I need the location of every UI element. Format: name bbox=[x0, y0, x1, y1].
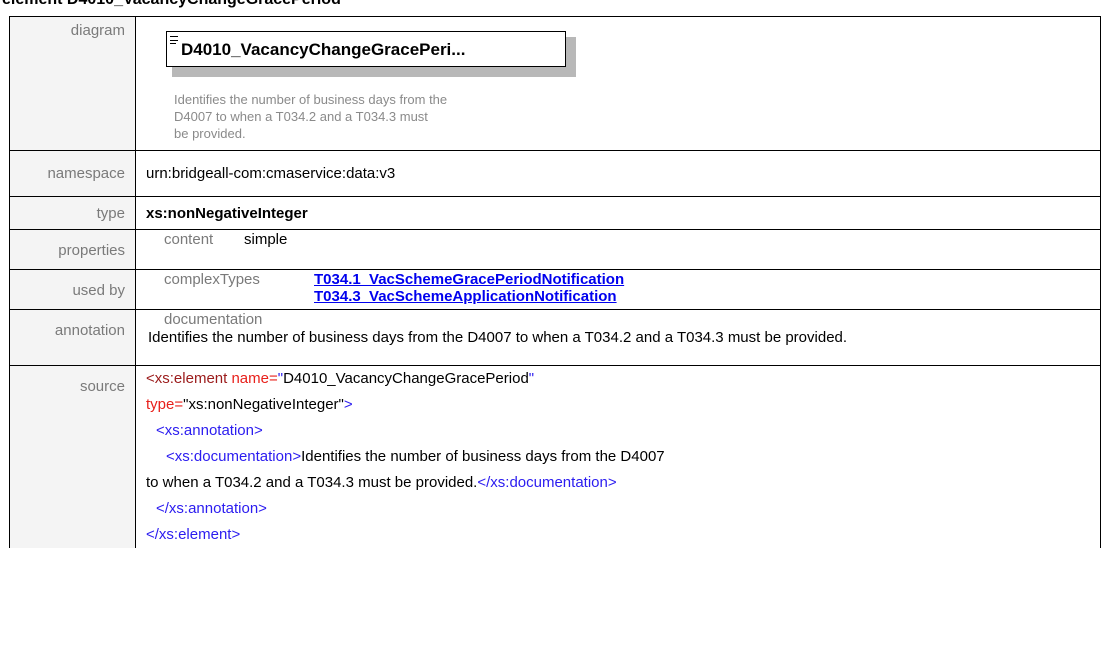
page-title: element D4010_VacancyChangeGracePeriod bbox=[2, 0, 341, 9]
schema-element-table: diagram D4010_VacancyChangeGracePeri... … bbox=[9, 16, 1101, 548]
properties-key: content bbox=[164, 231, 214, 248]
namespace-row: namespace urn:bridgeall-com:cmaservice:d… bbox=[9, 150, 1101, 197]
used-by-cell: complexTypes T034.1_VacSchemeGracePeriod… bbox=[135, 269, 1101, 310]
diagram-doc-line: Identifies the number of business days f… bbox=[174, 92, 448, 107]
source-code: <xs:element name="D4010_VacancyChangeGra… bbox=[135, 365, 1101, 548]
source-line: </xs:element> bbox=[146, 526, 241, 543]
element-box-name: D4010_VacancyChangeGracePeri... bbox=[181, 40, 466, 59]
used-by-links: T034.1_VacSchemeGracePeriodNotification … bbox=[314, 271, 624, 305]
source-row: source <xs:element name="D4010_VacancyCh… bbox=[9, 365, 1101, 548]
properties-cell: content simple bbox=[135, 229, 1101, 270]
annotation-text: Identifies the number of business days f… bbox=[148, 329, 848, 346]
annotation-cell: documentation Identifies the number of b… bbox=[135, 309, 1101, 366]
type-value: xs:nonNegativeInteger bbox=[135, 196, 1101, 230]
used-by-link[interactable]: T034.1_VacSchemeGracePeriodNotification bbox=[314, 271, 624, 288]
used-by-key: complexTypes bbox=[164, 271, 260, 288]
source-line: <xs:annotation> bbox=[156, 422, 263, 439]
source-line: type="xs:nonNegativeInteger"> bbox=[146, 396, 353, 413]
diagram-doc-line: D4007 to when a T034.2 and a T034.3 must bbox=[174, 109, 428, 124]
type-row: type xs:nonNegativeInteger bbox=[9, 196, 1101, 230]
diagram-row: diagram D4010_VacancyChangeGracePeri... … bbox=[9, 16, 1101, 151]
used-by-row: used by complexTypes T034.1_VacSchemeGra… bbox=[9, 269, 1101, 310]
source-line: to when a T034.2 and a T034.3 must be pr… bbox=[146, 474, 617, 491]
annotation-label: annotation bbox=[9, 309, 136, 366]
namespace-value: urn:bridgeall-com:cmaservice:data:v3 bbox=[135, 150, 1101, 197]
diagram-label: diagram bbox=[9, 16, 136, 151]
used-by-label: used by bbox=[9, 269, 136, 310]
diagram-cell: D4010_VacancyChangeGracePeri... Identifi… bbox=[135, 16, 1101, 151]
diagram-documentation: Identifies the number of business days f… bbox=[174, 91, 594, 142]
properties-label: properties bbox=[9, 229, 136, 270]
used-by-link[interactable]: T034.3_VacSchemeApplicationNotification bbox=[314, 288, 624, 305]
diagram-doc-line: be provided. bbox=[174, 126, 246, 141]
properties-value: simple bbox=[244, 231, 288, 248]
type-label: type bbox=[9, 196, 136, 230]
annotation-key: documentation bbox=[164, 311, 263, 328]
element-diagram[interactable]: D4010_VacancyChangeGracePeri... bbox=[166, 31, 576, 79]
element-box[interactable]: D4010_VacancyChangeGracePeri... bbox=[166, 31, 566, 67]
annotation-row: annotation documentation Identifies the … bbox=[9, 309, 1101, 366]
source-line: <xs:element name="D4010_VacancyChangeGra… bbox=[146, 370, 535, 387]
source-label: source bbox=[9, 365, 136, 548]
namespace-label: namespace bbox=[9, 150, 136, 197]
source-line: <xs:documentation>Identifies the number … bbox=[166, 448, 665, 465]
element-list-icon bbox=[170, 36, 178, 45]
source-line: </xs:annotation> bbox=[156, 500, 267, 517]
properties-row: properties content simple bbox=[9, 229, 1101, 270]
